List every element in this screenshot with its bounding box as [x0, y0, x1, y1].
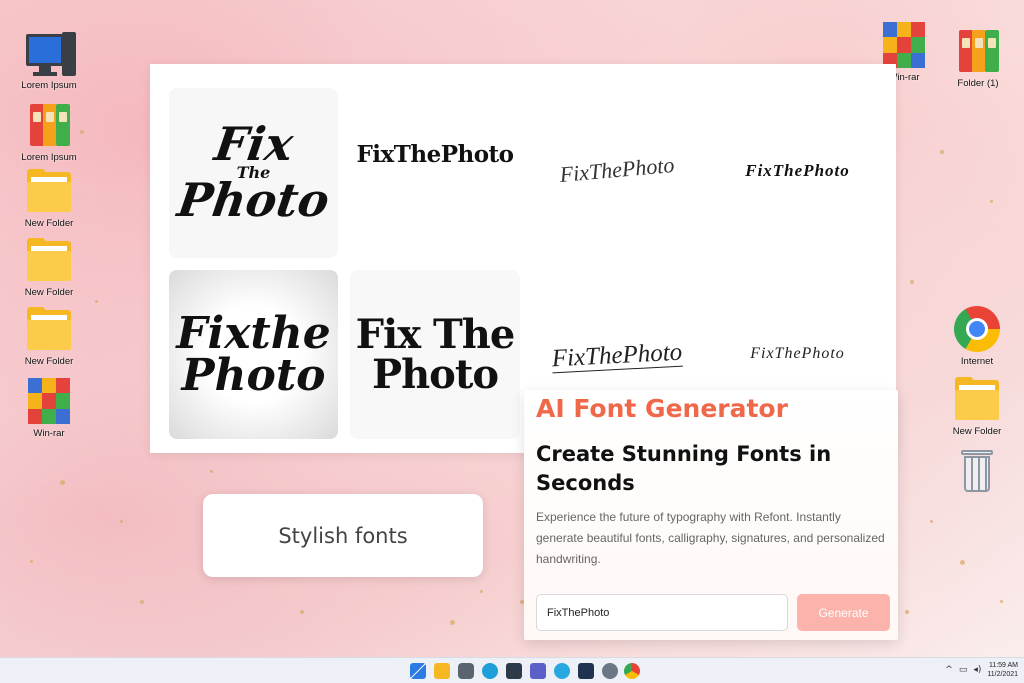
desktop-icon-computer[interactable]: Lorem Ipsum [16, 28, 82, 91]
system-tray: ^ ▭ ◂) 11:59 AM 11/2/2021 [945, 661, 1018, 679]
generate-button[interactable]: Generate [797, 594, 890, 631]
folder-icon [24, 235, 74, 285]
desktop-icon-internet[interactable]: Internet [944, 304, 1010, 367]
font-sample-gothic[interactable]: Fix The Photo [350, 270, 520, 439]
sample-text: Fix [211, 117, 297, 172]
generator-title: AI Font Generator [536, 394, 788, 423]
winrar-icon [24, 376, 74, 426]
edge-icon[interactable] [482, 663, 498, 679]
winrar-icon [879, 20, 929, 70]
desktop-icon-label: Internet [960, 356, 994, 367]
sample-text: Photo [181, 349, 326, 401]
display-icon[interactable]: ▭ [959, 665, 968, 675]
folder-icon [952, 374, 1002, 424]
binders-icon [24, 100, 74, 150]
font-sample-italic[interactable]: FixThePhoto [715, 146, 880, 196]
recycle-bin-icon [952, 446, 1002, 496]
clock[interactable]: 11:59 AM 11/2/2021 [987, 661, 1018, 679]
file-explorer-icon[interactable] [434, 663, 450, 679]
desktop-icon-folder[interactable]: New Folder [16, 235, 82, 298]
desktop-icon-recycle-bin[interactable] [944, 446, 1010, 496]
sample-text: FixThePhoto [750, 345, 845, 362]
camera-icon[interactable] [458, 663, 474, 679]
teams-icon[interactable] [530, 663, 546, 679]
ai-font-generator-panel: AI Font Generator Create Stunning Fonts … [524, 390, 898, 640]
desktop-icon-label: New Folder [952, 426, 1002, 437]
font-sample-serif[interactable]: FixThePhoto [350, 124, 520, 184]
sample-text: Fixthe [176, 307, 331, 359]
folder-icon [24, 166, 74, 216]
text-input[interactable] [536, 594, 788, 631]
store-icon[interactable] [506, 663, 522, 679]
clock-time: 11:59 AM [988, 662, 1018, 669]
binders-icon [953, 26, 1003, 76]
sample-text: Fix The [355, 310, 516, 358]
desktop-icon-label: New Folder [24, 287, 74, 298]
font-sample-script[interactable]: Fixthe Photo [169, 270, 338, 439]
chrome-icon [952, 304, 1002, 354]
font-sample-brush[interactable]: Fix The Photo [169, 88, 338, 258]
sample-text: Photo [372, 350, 499, 398]
desktop-icon-binders[interactable]: Folder (1) [945, 26, 1011, 89]
tray-chevron-icon[interactable]: ^ [945, 665, 953, 675]
desktop-icon-label: New Folder [24, 356, 74, 367]
desktop-icon-folder[interactable]: New Folder [16, 166, 82, 229]
generator-description: Experience the future of typography with… [536, 510, 885, 566]
app-icon[interactable] [554, 663, 570, 679]
sample-text: Photo [174, 173, 333, 228]
stylish-fonts-label: Stylish fonts [278, 523, 408, 548]
taskbar: ^ ▭ ◂) 11:59 AM 11/2/2021 [0, 657, 1024, 683]
speaker-icon[interactable]: ◂) [973, 665, 981, 675]
clock-date: 11/2/2021 [987, 671, 1018, 678]
app-active-icon[interactable] [578, 663, 594, 679]
desktop-icon-label: Lorem Ipsum [21, 80, 77, 91]
font-sample-light-italic[interactable]: FixThePhoto [715, 332, 880, 376]
desktop-icon-label: Folder (1) [957, 78, 999, 89]
folder-icon [24, 304, 74, 354]
stylish-fonts-card: Stylish fonts [203, 494, 483, 577]
font-sample-handwritten[interactable]: FixThePhoto [530, 133, 705, 208]
desktop-icon-folder[interactable]: New Folder [944, 374, 1010, 437]
chrome-taskbar-icon[interactable] [624, 663, 640, 679]
start-icon[interactable] [410, 663, 426, 679]
sample-text: FixThePhoto [551, 338, 683, 373]
desktop-icon-label: Lorem Ipsum [21, 152, 77, 163]
computer-icon [24, 28, 76, 78]
sample-text: FixThePhoto [745, 161, 850, 180]
sample-text: FixThePhoto [356, 140, 514, 168]
desktop-icon-binders[interactable]: Lorem Ipsum [16, 100, 82, 163]
generator-heading: Create Stunning Fonts in Seconds [536, 442, 832, 495]
sample-text: FixThePhoto [558, 152, 676, 187]
settings-icon[interactable] [602, 663, 618, 679]
font-sample-signature[interactable]: FixThePhoto [531, 322, 704, 391]
desktop-icon-label: Win-rar [33, 428, 65, 439]
desktop-icon-winrar[interactable]: Win-rar [16, 376, 82, 439]
desktop-icon-folder[interactable]: New Folder [16, 304, 82, 367]
desktop-icon-label: New Folder [24, 218, 74, 229]
